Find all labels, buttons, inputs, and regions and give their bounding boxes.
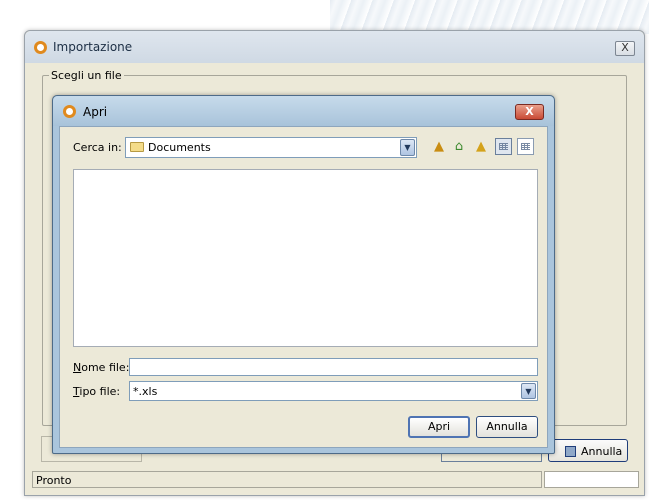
new-folder-icon[interactable]: ▲ [473,139,489,155]
cancel-icon [565,446,576,457]
status-text: Pronto [36,474,72,487]
open-dialog: Apri X Cerca in: Documents ▼ ▲ ⌂ ▲ Nome … [52,95,555,454]
choose-file-group-label: Scegli un file [49,69,124,82]
chevron-down-icon[interactable]: ▼ [521,383,536,399]
filetype-label: Tipo file: [73,385,121,398]
app-icon [63,105,76,118]
filetype-combobox[interactable]: *.xls ▼ [129,381,538,401]
list-view-icon[interactable] [495,138,512,155]
chevron-down-icon[interactable]: ▼ [400,139,415,156]
look-in-combobox[interactable]: Documents ▼ [125,137,417,158]
look-in-value: Documents [148,141,211,154]
home-icon[interactable]: ⌂ [451,139,467,155]
status-bar-panel [544,471,639,488]
import-window-close-button[interactable]: X [615,41,635,56]
app-icon [34,41,47,54]
details-view-icon[interactable] [517,138,534,155]
import-cancel-label: Annulla [581,445,623,458]
up-one-level-icon[interactable]: ▲ [431,139,447,155]
open-dialog-body: Cerca in: Documents ▼ ▲ ⌂ ▲ Nome file: T… [59,126,548,448]
look-in-label: Cerca in: [73,141,122,154]
open-button[interactable]: Apri [408,416,470,438]
open-dialog-title: Apri [83,105,108,119]
import-window-title: Importazione [53,40,133,54]
filename-field[interactable] [129,358,538,376]
open-dialog-titlebar[interactable]: Apri X [53,96,554,126]
filetype-value: *.xls [133,385,158,398]
import-window-titlebar[interactable]: Importazione X [25,31,644,63]
folder-icon [130,142,144,152]
desktop-decoration [330,0,649,34]
import-cancel-button[interactable]: Annulla [548,439,628,462]
filename-label: Nome file: [73,361,130,374]
file-list[interactable] [73,169,538,347]
open-dialog-close-button[interactable]: X [515,104,544,120]
status-bar: Pronto [32,471,542,488]
dialog-cancel-button[interactable]: Annulla [476,416,538,438]
